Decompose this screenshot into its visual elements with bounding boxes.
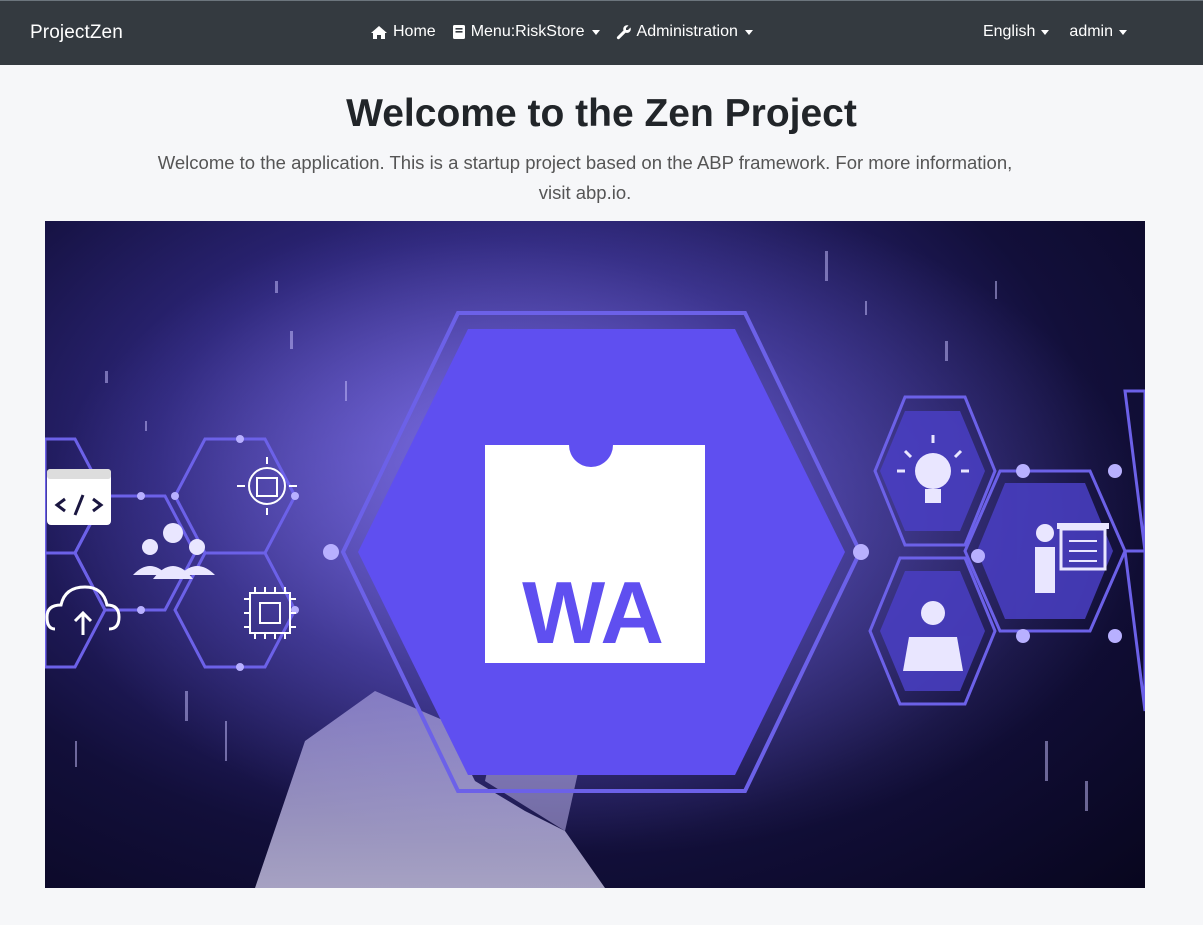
- brand-link[interactable]: ProjectZen: [30, 22, 123, 44]
- main-nav: Home Menu:RiskStore Administration: [370, 23, 753, 41]
- hero-description: Welcome to the application. This is a st…: [157, 152, 1013, 203]
- top-navbar: ProjectZen Home Menu:RiskStore Administr…: [0, 0, 1203, 65]
- page-title: Welcome to the Zen Project: [346, 92, 857, 135]
- wa-logo: WA: [485, 445, 705, 663]
- nav-home-label: Home: [393, 23, 436, 40]
- language-dropdown[interactable]: English: [982, 23, 1050, 41]
- chevron-down-icon: [591, 29, 600, 35]
- hero-banner-image: WA: [45, 221, 1145, 888]
- code-window-icon: [47, 469, 111, 525]
- banner-logo-text: WA: [522, 563, 664, 662]
- user-nav: English admin: [983, 23, 1127, 41]
- nav-menu-riskstore-label: Menu:RiskStore: [470, 23, 585, 40]
- language-label: English: [982, 23, 1036, 40]
- home-icon: [370, 25, 388, 40]
- chevron-down-icon: [1041, 29, 1050, 35]
- chevron-down-icon: [1119, 29, 1127, 35]
- user-dropdown[interactable]: admin: [1069, 23, 1127, 41]
- nav-administration[interactable]: Administration: [616, 23, 753, 41]
- book-icon: [452, 24, 466, 40]
- nav-home[interactable]: Home: [370, 23, 436, 41]
- chevron-down-icon: [744, 29, 753, 35]
- user-label: admin: [1069, 23, 1113, 40]
- wrench-icon: [616, 24, 632, 40]
- nav-administration-label: Administration: [636, 23, 738, 40]
- nav-menu-riskstore[interactable]: Menu:RiskStore: [452, 23, 600, 41]
